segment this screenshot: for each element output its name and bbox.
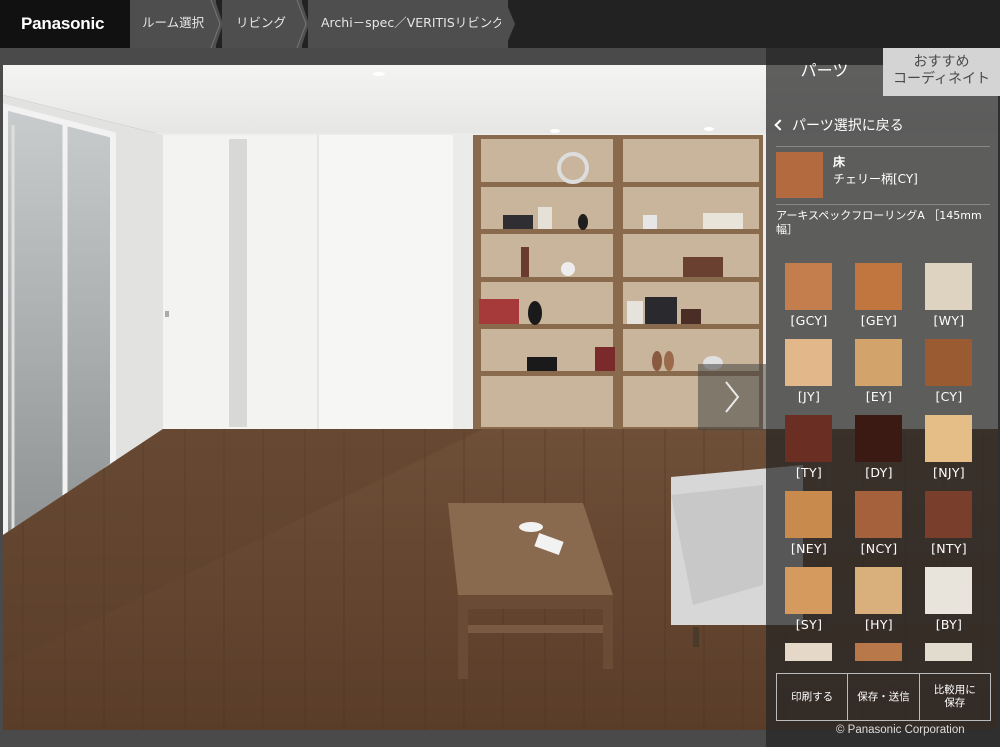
- breadcrumb-separator-icon: [209, 0, 223, 48]
- swatch-label: [NCY]: [860, 541, 898, 556]
- swatch-chip: [785, 415, 832, 462]
- swatch-label: [BY]: [935, 617, 963, 632]
- swatch-label: [GCY]: [790, 313, 828, 328]
- save-for-compare-button[interactable]: 比較用に 保存: [920, 674, 990, 720]
- swatch-chip: [855, 339, 902, 386]
- breadcrumb-room-select[interactable]: ルーム選択: [130, 0, 216, 48]
- swatch-chip: [855, 415, 902, 462]
- swatch-label: [EY]: [865, 389, 893, 404]
- breadcrumb-end-icon: [501, 0, 515, 48]
- breadcrumb-label: ルーム選択: [142, 15, 205, 30]
- swatch-chip: [925, 263, 972, 310]
- swatch-chip: [785, 339, 832, 386]
- copyright: © Panasonic Corporation: [836, 724, 965, 736]
- swatch-chip: [855, 567, 902, 614]
- swatch-label: [NEY]: [790, 541, 828, 556]
- floor-swatch[interactable]: [CY]: [914, 339, 984, 404]
- swatch-label: [SY]: [795, 617, 823, 632]
- floor-swatch[interactable]: [NTY]: [914, 491, 984, 556]
- tab-recommended-coordinate[interactable]: おすすめ コーディネイト: [883, 48, 1000, 96]
- next-view-button[interactable]: [698, 364, 766, 430]
- current-part-category: 床: [833, 155, 846, 169]
- floor-swatch[interactable]: [NJY]: [914, 415, 984, 480]
- swatch-chip: [855, 263, 902, 310]
- floor-swatch[interactable]: [GCY]: [774, 263, 844, 328]
- floor-swatch[interactable]: [914, 643, 984, 661]
- swatch-label: [CY]: [935, 389, 963, 404]
- current-part-name: チェリー柄[CY]: [833, 172, 918, 186]
- swatch-chip: [925, 567, 972, 614]
- floor-swatch[interactable]: [WY]: [914, 263, 984, 328]
- tab-parts[interactable]: パーツ: [766, 48, 883, 96]
- stage: パーツ おすすめ コーディネイト パーツ選択に戻る 床 チェリー柄[CY] アー…: [0, 48, 1000, 747]
- product-name: アーキスペックフローリングA ［145mm幅］: [776, 209, 982, 236]
- top-bar: Panasonic ルーム選択 リビング Archi－spec／VERITISリ…: [0, 0, 1000, 48]
- print-button[interactable]: 印刷する: [777, 674, 849, 720]
- breadcrumb-separator-icon: [295, 0, 309, 48]
- breadcrumb-current-room: Archi－spec／VERITISリビング: [308, 0, 508, 48]
- swatch-chip: [925, 491, 972, 538]
- swatch-label: [HY]: [865, 617, 893, 632]
- swatch-label: [WY]: [933, 313, 965, 328]
- swatch-chip: [925, 643, 972, 661]
- swatch-chip: [785, 567, 832, 614]
- breadcrumb-label: Archi－spec／VERITISリビング: [321, 15, 505, 30]
- back-link-label: パーツ選択に戻る: [792, 118, 904, 134]
- floor-swatch[interactable]: [TY]: [774, 415, 844, 480]
- swatch-label: [TY]: [795, 465, 823, 480]
- save-send-button[interactable]: 保存・送信: [848, 674, 920, 720]
- swatch-label: [NJY]: [933, 465, 965, 480]
- swatch-chip: [855, 491, 902, 538]
- floor-swatch[interactable]: [HY]: [844, 567, 914, 632]
- swatch-chip: [925, 339, 972, 386]
- floor-swatch[interactable]: [JY]: [774, 339, 844, 404]
- floor-swatch[interactable]: [SY]: [774, 567, 844, 632]
- floor-swatch[interactable]: [NCY]: [844, 491, 914, 556]
- current-swatch: [776, 152, 823, 198]
- floor-swatch[interactable]: [DY]: [844, 415, 914, 480]
- swatch-label: [DY]: [865, 465, 893, 480]
- side-panel: パーツ おすすめ コーディネイト パーツ選択に戻る 床 チェリー柄[CY] アー…: [766, 48, 1000, 747]
- divider: [776, 146, 990, 147]
- swatch-chip: [785, 263, 832, 310]
- chevron-left-icon: [774, 119, 786, 131]
- action-bar: 印刷する 保存・送信 比較用に 保存: [776, 673, 991, 721]
- chevron-right-icon: [725, 381, 740, 413]
- floor-swatch[interactable]: [BY]: [914, 567, 984, 632]
- floor-swatch[interactable]: [844, 643, 914, 661]
- breadcrumb-living[interactable]: リビング: [222, 0, 302, 48]
- swatch-chip: [855, 643, 902, 661]
- floor-swatch[interactable]: [774, 643, 844, 661]
- brand-logo[interactable]: Panasonic: [0, 0, 130, 48]
- swatch-label: [JY]: [797, 389, 821, 404]
- swatch-chip: [925, 415, 972, 462]
- swatch-chip: [785, 491, 832, 538]
- swatch-chip: [785, 643, 832, 661]
- floor-swatch[interactable]: [NEY]: [774, 491, 844, 556]
- swatch-label: [NTY]: [931, 541, 967, 556]
- swatch-label: [GEY]: [860, 313, 898, 328]
- breadcrumb-label: リビング: [236, 15, 287, 30]
- back-to-parts-link[interactable]: パーツ選択に戻る: [774, 115, 904, 135]
- divider: [776, 204, 990, 205]
- swatch-grid: [GCY] [GEY] [WY] [JY] [EY] [CY] [TY] [DY] [NJY] […: [766, 261, 1000, 661]
- floor-swatch[interactable]: [GEY]: [844, 263, 914, 328]
- floor-swatch[interactable]: [EY]: [844, 339, 914, 404]
